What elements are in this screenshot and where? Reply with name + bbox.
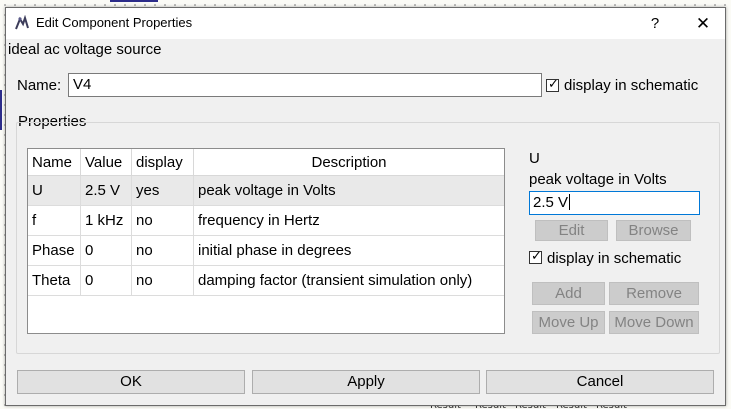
text-caret — [569, 194, 571, 210]
cell-display: no — [132, 236, 194, 266]
cell-value: 1 kHz — [81, 206, 132, 236]
selected-property-description: peak voltage in Volts — [529, 171, 667, 188]
edit-component-dialog: Edit Component Properties ? ✕ ideal ac v… — [5, 7, 726, 406]
help-icon[interactable]: ? — [640, 12, 670, 36]
cell-name: Phase — [28, 236, 81, 266]
checkmark-icon: ✓ — [531, 248, 542, 263]
cancel-button[interactable]: Cancel — [486, 370, 714, 394]
add-property-button[interactable]: Add — [532, 282, 605, 305]
cell-description: frequency in Hertz — [198, 212, 320, 229]
table-row[interactable]: Theta 0 no damping factor (transient sim… — [28, 266, 504, 296]
cell-value: 0 — [81, 266, 132, 296]
remove-property-button[interactable]: Remove — [609, 282, 699, 305]
table-row[interactable]: Phase 0 no initial phase in degrees — [28, 236, 504, 266]
column-header-name[interactable]: Name — [28, 149, 81, 176]
table-row[interactable]: f 1 kHz no frequency in Hertz — [28, 206, 504, 236]
close-icon[interactable]: ✕ — [688, 12, 718, 36]
cell-description: initial phase in degrees — [198, 242, 352, 259]
window-title: Edit Component Properties — [36, 15, 193, 30]
cell-name: f — [28, 206, 81, 236]
component-description: ideal ac voltage source — [8, 41, 162, 58]
schematic-wire — [110, 0, 158, 2]
column-header-value[interactable]: Value — [81, 149, 132, 176]
property-value-input[interactable]: 2.5 V — [529, 191, 700, 215]
qucs-app-icon — [15, 15, 29, 30]
display-in-schematic-label[interactable]: display in schematic — [564, 77, 698, 94]
cell-value: 2.5 V — [81, 176, 132, 206]
edit-button[interactable]: Edit — [535, 220, 608, 241]
property-display-in-schematic-label[interactable]: display in schematic — [547, 250, 681, 267]
column-header-display[interactable]: display — [132, 149, 194, 176]
checkmark-icon: ✓ — [548, 76, 559, 91]
cell-description: peak voltage in Volts — [198, 182, 336, 199]
cell-name: U — [28, 176, 81, 206]
title-bar[interactable]: Edit Component Properties ? ✕ — [6, 8, 725, 39]
property-value-text: 2.5 V — [533, 194, 569, 211]
property-display-in-schematic-checkbox[interactable]: ✓ — [529, 248, 542, 264]
component-name-input[interactable]: V4 — [68, 73, 542, 97]
cell-display: no — [132, 266, 194, 296]
move-up-button[interactable]: Move Up — [532, 311, 605, 334]
cell-value: 0 — [81, 236, 132, 266]
apply-button[interactable]: Apply — [252, 370, 480, 394]
selected-property-name: U — [529, 150, 540, 167]
cell-display: no — [132, 206, 194, 236]
browse-button[interactable]: Browse — [616, 220, 691, 241]
cell-description: damping factor (transient simulation onl… — [198, 272, 473, 289]
schematic-wire — [0, 90, 2, 130]
display-in-schematic-checkbox[interactable]: ✓ — [546, 76, 559, 92]
table-row[interactable]: U 2.5 V yes peak voltage in Volts — [28, 176, 504, 206]
properties-table[interactable]: Name Value display Description U 2.5 V y… — [27, 148, 505, 334]
name-label: Name: — [17, 77, 62, 94]
ok-button[interactable]: OK — [17, 370, 245, 394]
move-down-button[interactable]: Move Down — [609, 311, 699, 334]
cell-display: yes — [132, 176, 194, 206]
cell-name: Theta — [28, 266, 81, 296]
column-header-description[interactable]: Description — [194, 149, 504, 176]
